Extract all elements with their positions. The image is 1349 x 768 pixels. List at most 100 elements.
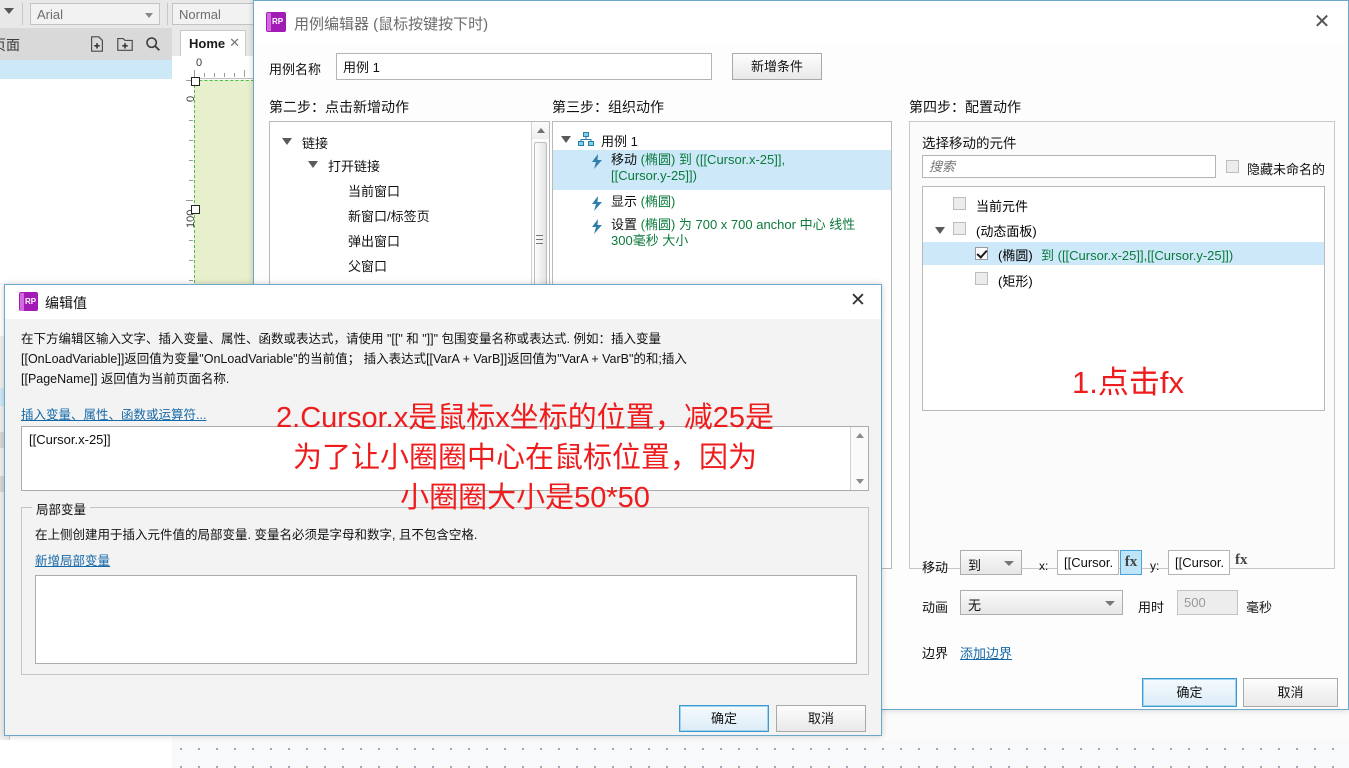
add-local-variable-link[interactable]: 新增局部变量 [35,550,110,569]
duration-input[interactable] [1177,590,1238,615]
x-fx-button[interactable]: fx [1120,550,1142,575]
canvas-shape-dynamic-panel[interactable] [191,77,254,298]
organize-action-row-selected[interactable]: 移动 (椭圆) 到 ([[Cursor.x-25]], [[Cursor.y-25… [553,150,891,190]
element-checkbox[interactable] [975,272,988,285]
element-tree-row[interactable]: 当前元件 [923,193,1324,215]
move-mode-value: 到 [968,558,982,573]
insert-variable-link[interactable]: 插入变量、属性、函数或运算符... [21,404,206,423]
expression-scrollbar[interactable] [850,427,868,490]
toolbar-caret-icon[interactable] [4,8,14,14]
element-tree-panel[interactable]: 当前元件 (动态面板) (椭圆) 到 ([[Cursor.x-25]],[[Cu… [922,186,1325,411]
vertical-ruler: 0 100 [172,78,197,306]
action-verb: 移动 [611,152,638,167]
chevron-down-icon [145,13,153,18]
search-input[interactable] [922,155,1216,178]
triangle-up-icon [537,128,545,133]
element-label: 当前元件 [976,199,1029,214]
organize-action-row[interactable]: 显示 (椭圆) [553,193,891,213]
element-checkbox-checked[interactable] [975,247,988,260]
animation-label: 动画 [922,600,949,615]
action-detail: (椭圆) 为 700 x 700 anchor 中心 线性 [637,217,856,232]
help-line-1: 在下方编辑区输入文字、插入变量、属性、函数或表达式，请使用 "[[" 和 "]]… [21,332,661,346]
move-mode-select[interactable]: 到 [960,550,1022,575]
font-style-value: Normal [179,7,221,22]
add-condition-button[interactable]: 新增条件 [732,53,822,80]
usecase-name-input[interactable] [336,53,712,80]
tab-home-label: Home [189,36,226,51]
move-label: 移动 [922,560,949,575]
tree-label: 新窗口/标签页 [348,209,430,224]
lightning-bolt-icon [592,219,602,234]
font-family-value: Arial [37,7,64,22]
y-fx-button[interactable]: fx [1235,552,1248,569]
move-x-input[interactable] [1057,550,1119,575]
usecase-node-icon [578,132,594,146]
action-detail-2: 300毫秒 大小 [611,233,689,248]
configure-action-panel: 选择移动的元件 隐藏未命名的 当前元件 (动态面板) (椭圆) 到 ([[Cur… [909,121,1335,661]
sidebar-selected-row[interactable] [0,60,172,79]
local-variables-list[interactable] [35,575,857,664]
element-checkbox[interactable] [953,222,966,235]
animation-select[interactable]: 无 [960,590,1123,615]
help-line-3: [[PageName]] 返回值为当前页面名称. [21,372,230,386]
close-icon[interactable]: ✕ [229,35,240,51]
chevron-down-icon [1105,601,1115,606]
add-folder-icon[interactable] [116,35,134,53]
resize-handle-ml[interactable] [191,205,200,214]
tab-home[interactable]: Home ✕ [180,30,246,56]
usecase-title-text: 用例编辑器 (鼠标按键按下时) [294,16,489,33]
expand-triangle-icon[interactable] [561,136,571,143]
element-tree-row-selected[interactable]: (椭圆) 到 ([[Cursor.x-25]],[[Cursor.y-25]]) [923,242,1324,265]
local-variables-help: 在上侧创建用于插入元件值的局部变量. 变量名必须是字母和数字, 且不包含空格. [35,528,478,542]
boundary-label: 边界 [922,646,949,661]
usecase-ok-button[interactable]: 确定 [1142,678,1237,707]
help-line-2: [[OnLoadVariable]]返回值为变量"OnLoadVariable"… [21,352,687,366]
move-y-input[interactable] [1168,550,1230,575]
hide-unnamed-checkbox[interactable] [1226,160,1239,173]
add-page-icon[interactable] [88,35,106,53]
usecase-cancel-button[interactable]: 取消 [1243,678,1338,707]
element-label: (动态面板) [976,224,1037,239]
tree-label: 当前窗口 [348,184,401,199]
app-logo-text: RP [25,297,37,306]
usecase-titlebar: RP 用例编辑器 (鼠标按键按下时) ✕ [254,1,1348,43]
expand-triangle-icon[interactable] [282,138,292,145]
x-label: x: [1039,559,1049,573]
tree-label: 父窗口 [348,259,388,274]
edit-value-cancel-button[interactable]: 取消 [776,705,866,732]
lightning-bolt-icon [592,196,602,211]
element-checkbox[interactable] [953,197,966,210]
element-tree-row[interactable]: (动态面板) [923,218,1324,240]
element-tree-row[interactable]: (矩形) [923,268,1324,290]
add-boundary-link[interactable]: 添加边界 [960,643,1012,662]
font-family-combo[interactable]: Arial [30,3,160,25]
triangle-down-icon[interactable] [856,479,864,484]
expand-triangle-icon[interactable] [935,227,945,234]
edit-value-titlebar: RP 编辑值 ✕ [5,285,881,319]
canvas-dot-grid [172,740,1349,768]
tree-label: 链接 [302,136,329,151]
element-move-value: 到 ([[Cursor.x-25]],[[Cursor.y-25]]) [1041,248,1234,263]
sidebar-header: 页面 [0,28,172,60]
edit-value-ok-button[interactable]: 确定 [679,705,769,732]
close-icon[interactable]: ✕ [847,291,869,313]
action-detail-2: [[Cursor.y-25]]) [611,168,697,183]
scroll-up-button[interactable] [532,122,549,139]
toolbar-separator-2 [167,3,168,25]
organize-action-text: 设置 (椭圆) 为 700 x 700 anchor 中心 线性 300毫秒 大小 [611,217,891,249]
resize-handle-tl[interactable] [191,77,200,86]
organize-root-row[interactable]: 用例 1 [561,130,891,150]
search-icon[interactable] [144,35,162,53]
triangle-up-icon[interactable] [856,433,864,438]
close-icon[interactable]: ✕ [1310,11,1334,35]
app-logo-icon: RP [19,292,38,311]
usecase-name-label: 用例名称 [269,62,322,77]
app-logo-icon: RP [266,12,286,32]
expand-triangle-icon[interactable] [308,161,318,168]
hide-unnamed-label: 隐藏未命名的 [1247,162,1326,177]
edit-value-help-text: 在下方编辑区输入文字、插入变量、属性、函数或表达式，请使用 "[[" 和 "]]… [21,329,869,389]
annotation-line-3: 小圈圈大小是50*50 [400,482,650,514]
organize-action-row[interactable]: 设置 (椭圆) 为 700 x 700 anchor 中心 线性 300毫秒 大小 [553,216,891,256]
annotation-click-fx: 1.点击fx [1072,365,1184,400]
edit-value-title-text: 编辑值 [45,295,87,311]
